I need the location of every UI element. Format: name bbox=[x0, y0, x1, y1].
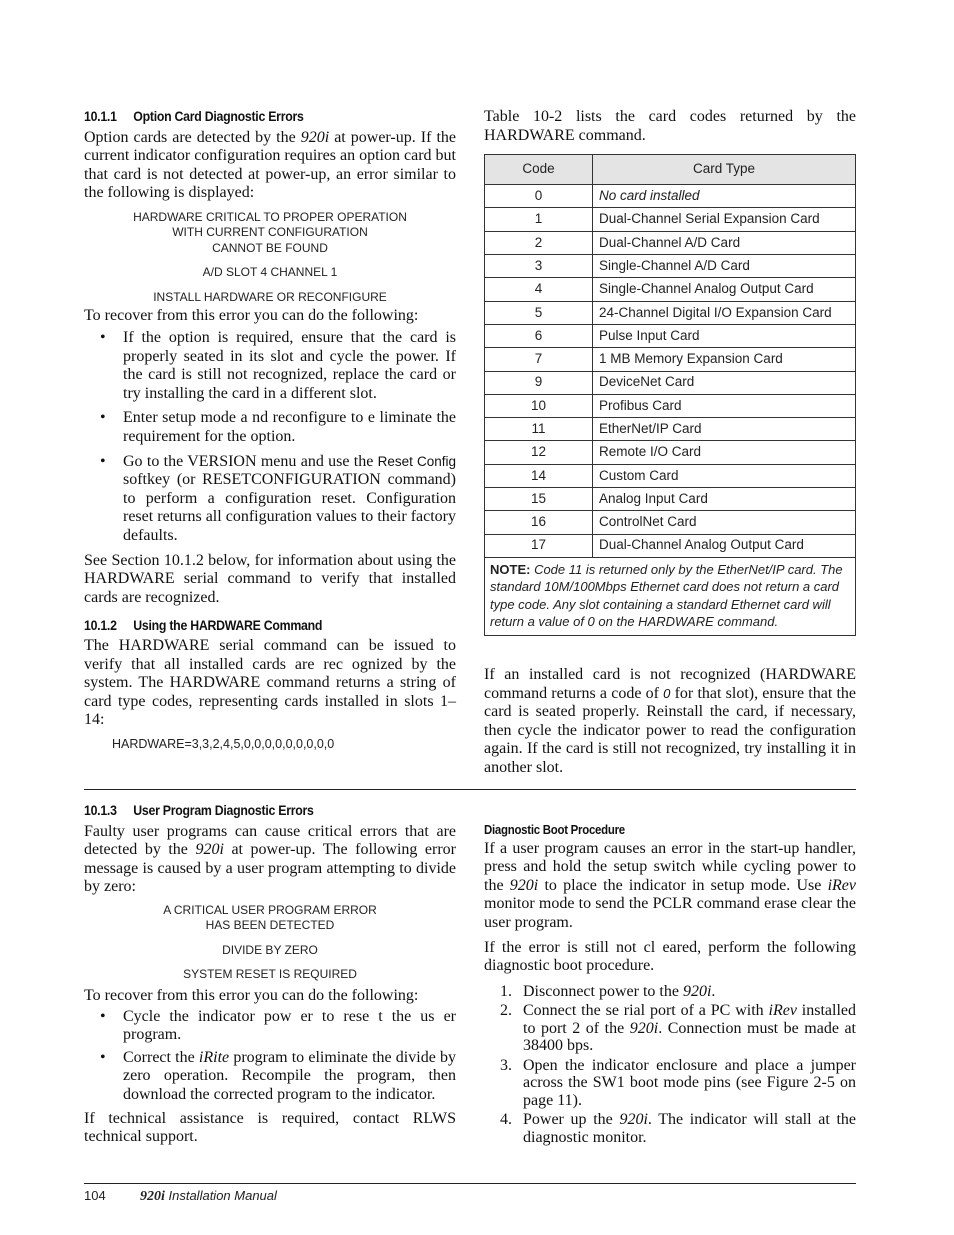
footer-divider bbox=[84, 1183, 856, 1184]
card-code-cell: 15 bbox=[484, 487, 593, 512]
list-item: • Go to the VERSION menu and use the Rese… bbox=[100, 452, 456, 544]
table-row: 1 Dual-Channel Serial Expansion Card bbox=[484, 207, 856, 232]
section-heading: 10.1.2 Using the HARDWARE Command bbox=[84, 617, 323, 634]
manual-title: Installation Manual bbox=[164, 1188, 277, 1203]
error-display-message: HARDWARE CRITICAL TO PROPER OPERATION WI… bbox=[133, 209, 407, 304]
card-type-cell: No card installed bbox=[592, 184, 856, 209]
card-code-cell: 16 bbox=[484, 510, 593, 535]
paragraph: Table 10-2 lists the card codes returned… bbox=[484, 108, 856, 144]
paragraph: If the error is still not cl eared, perf… bbox=[484, 938, 856, 975]
list-item: • Cycle the indicator pow er to rese t th… bbox=[100, 1007, 456, 1044]
card-code-cell: 1 bbox=[484, 207, 593, 232]
card-type-cell: Remote I/O Card bbox=[592, 440, 856, 465]
table-row: 16 ControlNet Card bbox=[484, 510, 856, 535]
card-type-cell: Single-Channel A/D Card bbox=[592, 254, 856, 279]
list-item: 3. Open the indicator enclosure and place… bbox=[500, 1056, 856, 1109]
paragraph: To recover from this error you can do th… bbox=[84, 986, 419, 1004]
card-code-cell: 4 bbox=[484, 277, 593, 302]
section-heading: 10.1.3 User Program Diagnostic Errors bbox=[84, 802, 314, 818]
list-item: • Correct the iRite program to eliminate … bbox=[100, 1048, 456, 1103]
table-row: 14 Custom Card bbox=[484, 463, 856, 489]
table-note: NOTE: Code 11 is returned only by the Et… bbox=[484, 556, 856, 636]
card-code-cell: 0 bbox=[484, 184, 593, 209]
card-code-cell: 10 bbox=[484, 393, 593, 419]
card-codes-section: Table 10-2 lists the card codes returned… bbox=[484, 108, 856, 778]
column-header-card-type: Card Type bbox=[592, 154, 856, 186]
subsection-heading: Diagnostic Boot Procedure bbox=[484, 822, 625, 837]
table-row: 5 24-Channel Digital I/O Expansion Card bbox=[484, 300, 856, 325]
card-type-cell: Pulse Input Card bbox=[592, 323, 856, 349]
card-codes-table: Code Card Type 0 No card installed 1 Dual-C… bbox=[484, 154, 856, 636]
paragraph: The HARDWARE serial command can be issue… bbox=[84, 636, 456, 729]
card-code-cell: 12 bbox=[484, 440, 593, 465]
card-code-cell: 6 bbox=[484, 323, 593, 349]
section-heading: 10.1.1 Option Card Diagnostic Errors bbox=[84, 108, 304, 124]
list-item: 1. Disconnect power to the 920i. bbox=[500, 982, 716, 1000]
table-row: 9 DeviceNet Card bbox=[484, 370, 856, 395]
card-type-cell: Dual-Channel Analog Output Card bbox=[592, 533, 856, 558]
section-10-1-1: 10.1.1 Option Card Diagnostic Errors Opti… bbox=[84, 107, 456, 754]
card-code-cell: 17 bbox=[484, 533, 593, 558]
table-note-row: NOTE: Code 11 is returned only by the Et… bbox=[484, 556, 856, 636]
recovery-list: • Cycle the indicator pow er to rese t th… bbox=[84, 1008, 456, 1105]
paragraph: If a user program causes an error in the… bbox=[484, 839, 856, 931]
card-type-cell: Dual-Channel Serial Expansion Card bbox=[592, 207, 856, 232]
card-code-cell: 3 bbox=[484, 254, 593, 279]
page-number: 104 bbox=[84, 1188, 106, 1203]
card-code-cell: 7 bbox=[484, 347, 593, 372]
column-header-code: Code bbox=[484, 154, 593, 186]
hardware-example: HARDWARE=3,3,2,4,5,0,0,0,0,0,0,0,0,0 bbox=[112, 736, 335, 751]
card-code-cell: 5 bbox=[484, 300, 593, 325]
product-name: 920i bbox=[140, 1189, 165, 1204]
diagnostic-boot-section: Diagnostic Boot Procedure If a user prog… bbox=[484, 821, 856, 1146]
paragraph: Option cards are detected by the 920i at… bbox=[84, 128, 457, 202]
card-type-cell: Dual-Channel A/D Card bbox=[592, 230, 856, 256]
list-item: 2. Connect the se rial port of a PC with … bbox=[500, 1002, 857, 1055]
table-row: 17 Dual-Channel Analog Output Card bbox=[484, 533, 856, 558]
card-type-cell: EtherNet/IP Card bbox=[592, 417, 856, 442]
table-row: 71 MB Memory Expansion Card bbox=[484, 347, 856, 372]
list-item: • Enter setup mode a nd reconfigure to e … bbox=[100, 409, 456, 446]
table-row: 6 Pulse Input Card bbox=[484, 323, 856, 349]
card-type-cell: Profibus Card bbox=[592, 393, 856, 419]
table-row: 3 Single-Channel A/D Card bbox=[484, 254, 856, 279]
page-footer: 104 920i Installation Manual bbox=[84, 1188, 277, 1207]
card-type-cell: DeviceNet Card bbox=[592, 370, 856, 395]
paragraph: To recover from this error you can do th… bbox=[84, 307, 419, 325]
section-10-1-3: 10.1.3 User Program Diagnostic Errors Fau… bbox=[84, 801, 456, 1147]
paragraph: If an installed card is not recognized (… bbox=[484, 665, 857, 776]
boot-steps-list: 1. Disconnect power to the 920i. 2. Connec… bbox=[484, 983, 856, 1147]
card-type-cell: ControlNet Card bbox=[592, 510, 856, 535]
card-code-cell: 2 bbox=[484, 230, 593, 256]
table-row: 10 Profibus Card bbox=[484, 393, 856, 419]
card-code-cell: 14 bbox=[484, 463, 593, 489]
table-row: 11 EtherNet/IP Card bbox=[484, 417, 856, 442]
card-type-cell: 1 MB Memory Expansion Card bbox=[592, 347, 856, 372]
paragraph: If technical assistance is required, con… bbox=[84, 1109, 456, 1146]
error-display-message: A CRITICAL USER PROGRAM ERROR HAS BEEN D… bbox=[163, 902, 377, 982]
paragraph: Faulty user programs can cause critical … bbox=[84, 822, 457, 896]
table-row: 12 Remote I/O Card bbox=[484, 440, 856, 465]
list-item: • If the option is required, ensure that … bbox=[100, 329, 456, 402]
list-item: 4. Power up the 920i. The indicator will … bbox=[500, 1111, 856, 1146]
table-row: 0 No card installed bbox=[484, 184, 856, 209]
card-type-cell: Custom Card bbox=[592, 463, 856, 489]
recovery-list: • If the option is required, ensure that … bbox=[84, 329, 456, 546]
card-type-cell: Analog Input Card bbox=[592, 487, 856, 512]
table-row: 2 Dual-Channel A/D Card bbox=[484, 230, 856, 256]
paragraph: See Section 10.1.2 below, for informatio… bbox=[84, 551, 456, 606]
softkey-label: Reset Config bbox=[377, 453, 456, 469]
card-type-cell: 24-Channel Digital I/O Expansion Card bbox=[592, 300, 856, 325]
section-divider bbox=[84, 789, 856, 790]
card-code-cell: 9 bbox=[484, 370, 593, 395]
card-code-cell: 11 bbox=[484, 417, 593, 442]
table-row: 15 Analog Input Card bbox=[484, 487, 856, 512]
table-row: 4 Single-Channel Analog Output Card bbox=[484, 277, 856, 302]
table-header-row: Code Card Type bbox=[484, 154, 856, 186]
card-type-cell: Single-Channel Analog Output Card bbox=[592, 277, 856, 302]
